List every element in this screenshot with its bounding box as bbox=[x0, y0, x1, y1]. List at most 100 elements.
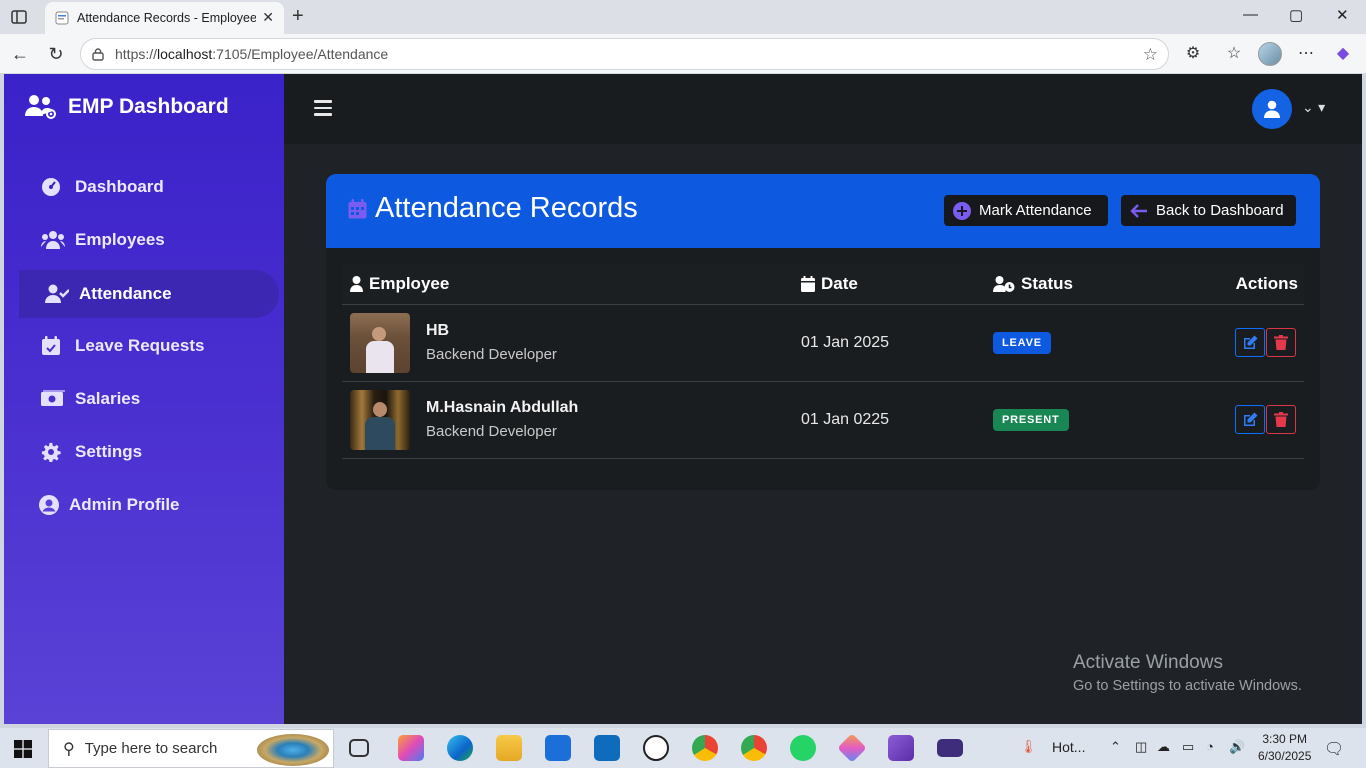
visual-studio-app-icon[interactable] bbox=[888, 735, 914, 761]
terminal-app-icon[interactable] bbox=[937, 739, 963, 757]
close-window-button[interactable]: ✕ bbox=[1336, 6, 1349, 24]
file-explorer-icon[interactable] bbox=[496, 735, 522, 761]
brand[interactable]: EMP Dashboard bbox=[24, 94, 229, 120]
attendance-date: 01 Jan 0225 bbox=[801, 381, 993, 459]
delete-button[interactable] bbox=[1266, 405, 1296, 434]
trash-icon bbox=[1274, 335, 1288, 350]
delete-button[interactable] bbox=[1266, 328, 1296, 357]
employee-photo bbox=[350, 312, 410, 373]
outlook-app-icon[interactable] bbox=[594, 735, 620, 761]
sidebar-item-salaries[interactable]: Salaries bbox=[19, 375, 279, 423]
status-badge: PRESENT bbox=[993, 408, 1069, 431]
sidebar-item-admin-profile[interactable]: Admin Profile bbox=[19, 481, 279, 529]
user-icon bbox=[1264, 100, 1280, 118]
attendance-card: Attendance Records Mark Attendance Back … bbox=[326, 174, 1320, 490]
chevron-down-icon[interactable]: ⌄ ▾ bbox=[1302, 100, 1325, 116]
edit-button[interactable] bbox=[1235, 328, 1265, 357]
favorite-star-icon[interactable]: ☆ bbox=[1143, 45, 1158, 65]
card-title-text: Attendance Records bbox=[375, 192, 638, 224]
sidebar-item-dashboard[interactable]: Dashboard bbox=[19, 163, 279, 211]
table-row: M.Hasnain Abdullah Backend Developer 01 … bbox=[342, 381, 1304, 459]
refresh-icon[interactable]: ↻ bbox=[44, 42, 68, 66]
sidebar-item-label: Leave Requests bbox=[75, 336, 205, 355]
employee-name[interactable]: M.Hasnain Abdullah bbox=[426, 399, 578, 417]
browser-profile-avatar[interactable] bbox=[1258, 42, 1282, 66]
back-to-dashboard-label: Back to Dashboard bbox=[1156, 202, 1284, 219]
edge-app-icon[interactable] bbox=[447, 735, 473, 761]
windows-taskbar: ⚲ Type here to search 🌡 Hot... ⌃ ◫ ☁ ▭ ◔… bbox=[0, 728, 1366, 768]
url-host: localhost bbox=[157, 46, 213, 62]
mark-attendance-label: Mark Attendance bbox=[979, 202, 1092, 219]
edit-button[interactable] bbox=[1235, 405, 1265, 434]
whatsapp-app-icon[interactable] bbox=[790, 735, 816, 761]
copilot-icon[interactable]: ◆ bbox=[1333, 44, 1353, 64]
weather-text[interactable]: Hot... bbox=[1052, 739, 1085, 755]
search-icon: ⚲ bbox=[63, 740, 75, 758]
money-bill-icon bbox=[41, 390, 65, 406]
sidebar-item-label: Settings bbox=[75, 442, 143, 461]
back-icon[interactable]: ← bbox=[8, 42, 32, 66]
user-icon bbox=[350, 275, 363, 292]
user-check-icon bbox=[45, 284, 69, 303]
page-title: Attendance Records bbox=[348, 192, 638, 225]
taskbar-clock[interactable]: 3:30 PM 6/30/2025 bbox=[1258, 731, 1311, 765]
volume-icon[interactable]: 🔊 bbox=[1229, 739, 1245, 755]
search-highlight-image bbox=[257, 734, 329, 766]
sidebar-item-settings[interactable]: Settings bbox=[19, 428, 279, 476]
notifications-icon[interactable]: 🗨 bbox=[1324, 739, 1344, 759]
wifi-icon[interactable]: ◔ bbox=[1206, 739, 1214, 754]
battery-icon[interactable]: ▭ bbox=[1182, 739, 1194, 755]
sidebar-item-employees[interactable]: Employees bbox=[19, 216, 279, 264]
url-input[interactable]: https://localhost:7105/Employee/Attendan… bbox=[80, 38, 1169, 70]
new-tab-button[interactable]: + bbox=[292, 5, 304, 28]
employee-role: Backend Developer bbox=[426, 346, 557, 363]
git-tool-app-icon[interactable] bbox=[837, 733, 867, 763]
tab-actions-icon[interactable] bbox=[10, 8, 28, 26]
attendance-date: 01 Jan 2025 bbox=[801, 304, 993, 382]
sidebar: EMP Dashboard Dashboard Employees Attend… bbox=[4, 74, 284, 724]
extensions-icon[interactable]: ⚙ bbox=[1183, 44, 1203, 64]
sidebar-item-label: Salaries bbox=[75, 389, 141, 408]
sidebar-item-label: Admin Profile bbox=[69, 495, 180, 514]
column-header-status[interactable]: Status bbox=[993, 264, 1173, 305]
sidebar-item-leave-requests[interactable]: Leave Requests bbox=[19, 322, 279, 370]
chatgpt-app-icon[interactable] bbox=[643, 735, 669, 761]
chrome-profile-app-icon[interactable] bbox=[741, 735, 767, 761]
browser-tab[interactable]: Attendance Records - Employee D ✕ bbox=[45, 2, 284, 34]
table-header-row: Employee Date Status Actions bbox=[342, 264, 1304, 305]
maximize-button[interactable]: ▢ bbox=[1289, 6, 1303, 24]
tab-close-icon[interactable]: ✕ bbox=[262, 10, 274, 26]
activate-windows-watermark: Activate Windows Go to Settings to activ… bbox=[1073, 652, 1302, 694]
edit-icon bbox=[1244, 335, 1258, 349]
favorites-icon[interactable]: ☆ bbox=[1224, 44, 1244, 64]
chrome-app-icon[interactable] bbox=[692, 735, 718, 761]
lock-icon[interactable] bbox=[91, 47, 105, 61]
column-header-actions: Actions bbox=[1173, 264, 1304, 305]
task-view-icon[interactable] bbox=[349, 739, 369, 757]
onedrive-icon[interactable]: ☁ bbox=[1157, 739, 1170, 755]
windows-start-icon[interactable] bbox=[14, 740, 32, 758]
address-bar-row: ← ↻ https://localhost:7105/Employee/Atte… bbox=[0, 34, 1366, 74]
tab-title: Attendance Records - Employee D bbox=[77, 11, 257, 25]
tray-overflow-icon[interactable]: ⌃ bbox=[1110, 739, 1121, 755]
sidebar-item-attendance[interactable]: Attendance bbox=[19, 270, 279, 318]
back-to-dashboard-button[interactable]: Back to Dashboard bbox=[1121, 195, 1296, 226]
weather-icon[interactable]: 🌡 bbox=[1020, 739, 1037, 755]
top-navbar: ⌄ ▾ bbox=[284, 74, 1362, 144]
search-placeholder: Type here to search bbox=[84, 740, 218, 757]
employee-name[interactable]: HB bbox=[426, 322, 557, 340]
meet-now-icon[interactable]: ◫ bbox=[1135, 739, 1147, 755]
minimize-button[interactable]: — bbox=[1243, 6, 1258, 23]
arrow-left-icon bbox=[1130, 203, 1147, 218]
more-menu-icon[interactable]: ⋯ bbox=[1296, 44, 1316, 64]
user-avatar-button[interactable] bbox=[1252, 89, 1292, 129]
store-app-icon[interactable] bbox=[545, 735, 571, 761]
mark-attendance-button[interactable]: Mark Attendance bbox=[944, 195, 1108, 226]
hamburger-menu-icon[interactable] bbox=[314, 100, 332, 116]
status-badge: LEAVE bbox=[993, 331, 1051, 354]
column-header-date[interactable]: Date bbox=[801, 264, 993, 305]
copilot-app-icon[interactable] bbox=[398, 735, 424, 761]
taskbar-search-input[interactable]: ⚲ Type here to search bbox=[48, 729, 334, 768]
employee-photo bbox=[350, 389, 410, 450]
column-header-employee[interactable]: Employee bbox=[342, 264, 801, 305]
